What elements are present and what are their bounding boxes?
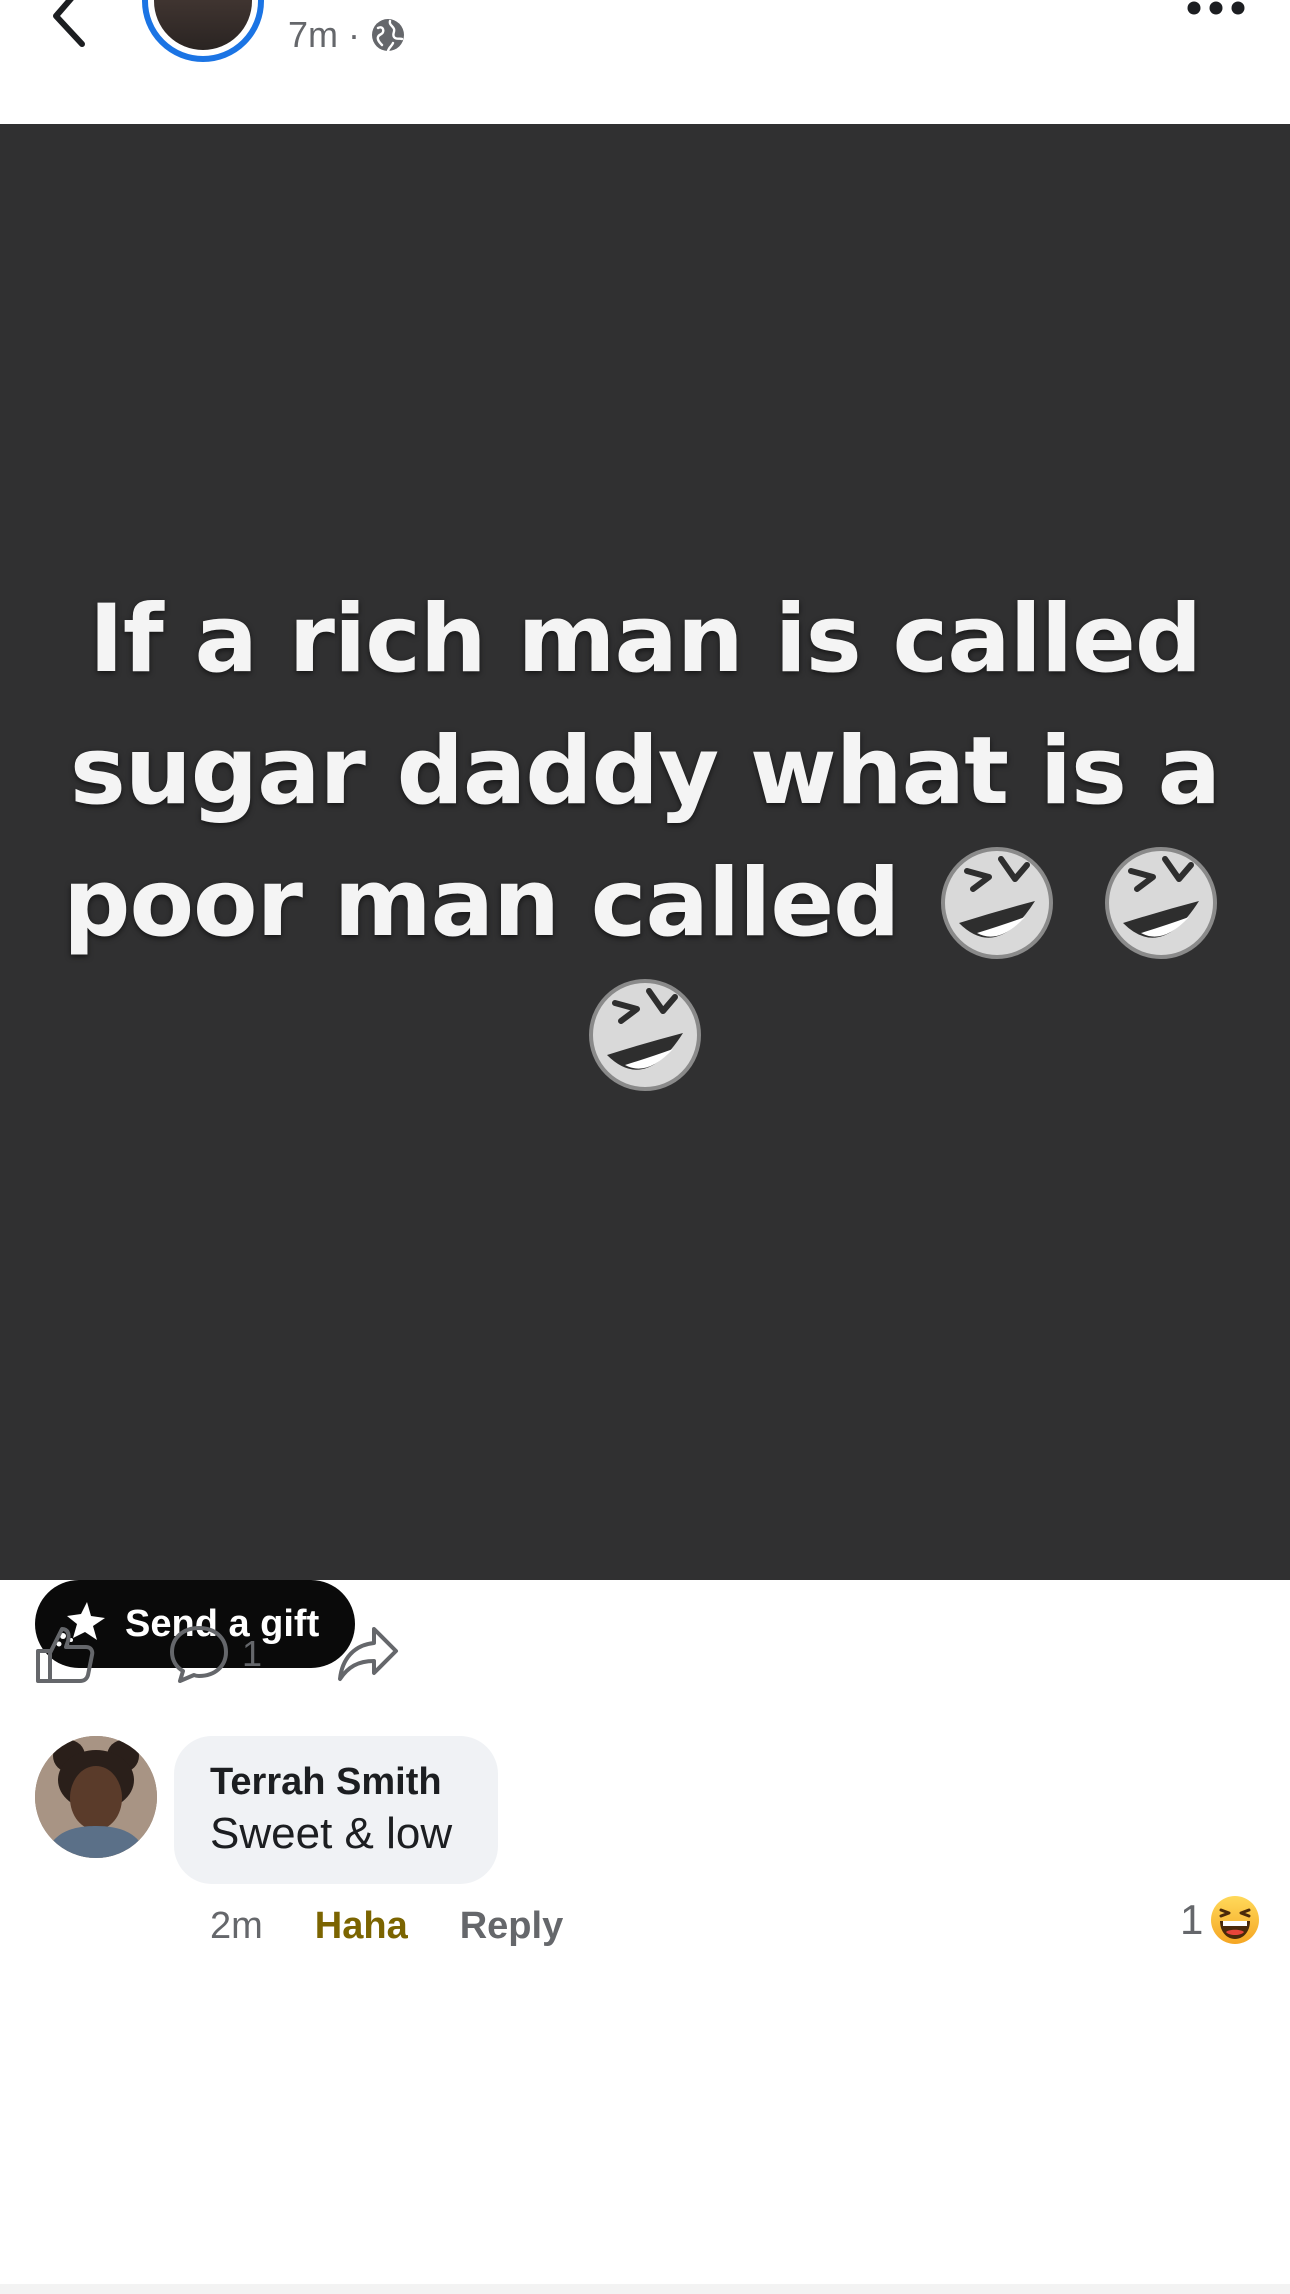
comment-haha-reaction[interactable]: Haha	[315, 1905, 408, 1948]
comment-text: Sweet & low	[210, 1809, 453, 1858]
commenter-avatar-photo	[35, 1736, 157, 1858]
like-icon	[36, 1627, 95, 1683]
comment-time: 2m	[210, 1904, 263, 1947]
more-horizontal-icon	[1187, 1, 1245, 15]
post-actions-bar: 1	[0, 1580, 1290, 1720]
chevron-left-icon	[53, 0, 85, 47]
comment-bubble[interactable]: Terrah Smith Sweet & low	[174, 1736, 498, 1884]
post-header: 7m ·	[0, 0, 1290, 124]
post-text-line-1: If a rich man is called	[88, 585, 1202, 694]
rolling-laughing-emoji-icon	[941, 847, 1054, 960]
comment-reply-button[interactable]: Reply	[460, 1905, 563, 1948]
more-options-button[interactable]	[1184, 0, 1248, 28]
post-text-line-3: poor man called	[63, 849, 900, 958]
commenter-avatar[interactable]	[35, 1736, 157, 1858]
post-text-line-2: sugar daddy what is a	[69, 717, 1221, 826]
comment-reaction-count: 1	[1180, 1896, 1204, 1943]
post-image-text: If a rich man is called sugar daddy what…	[40, 574, 1250, 1102]
post-text-line-3-wrap: poor man called	[40, 838, 1250, 970]
comment-button[interactable]: 1	[168, 1622, 262, 1686]
bottom-divider	[0, 2284, 1290, 2294]
comment-icon	[170, 1626, 228, 1683]
comment-meta: 2m Haha Reply	[210, 1898, 563, 1954]
haha-emoji-icon	[1211, 1896, 1260, 1944]
post-timestamp[interactable]: 7m	[288, 14, 338, 56]
rolling-laughing-emoji-icon	[1104, 847, 1217, 960]
post-meta: 7m ·	[288, 10, 406, 60]
share-icon	[338, 1627, 398, 1681]
like-button[interactable]	[34, 1622, 96, 1686]
rolling-laughing-emoji-icon	[589, 979, 701, 1092]
comment-count: 1	[242, 1633, 263, 1674]
back-button[interactable]	[38, 0, 98, 48]
post-image[interactable]: If a rich man is called sugar daddy what…	[0, 124, 1290, 1668]
author-avatar-photo	[154, 0, 252, 50]
comment-author[interactable]: Terrah Smith	[210, 1758, 462, 1806]
post-text-line-4	[40, 970, 1250, 1102]
meta-separator: ·	[348, 14, 361, 55]
comment-reaction-summary[interactable]: 1	[1180, 1892, 1261, 1948]
share-button[interactable]	[336, 1622, 400, 1686]
author-avatar[interactable]	[142, 0, 264, 62]
globe-icon[interactable]	[370, 17, 406, 53]
